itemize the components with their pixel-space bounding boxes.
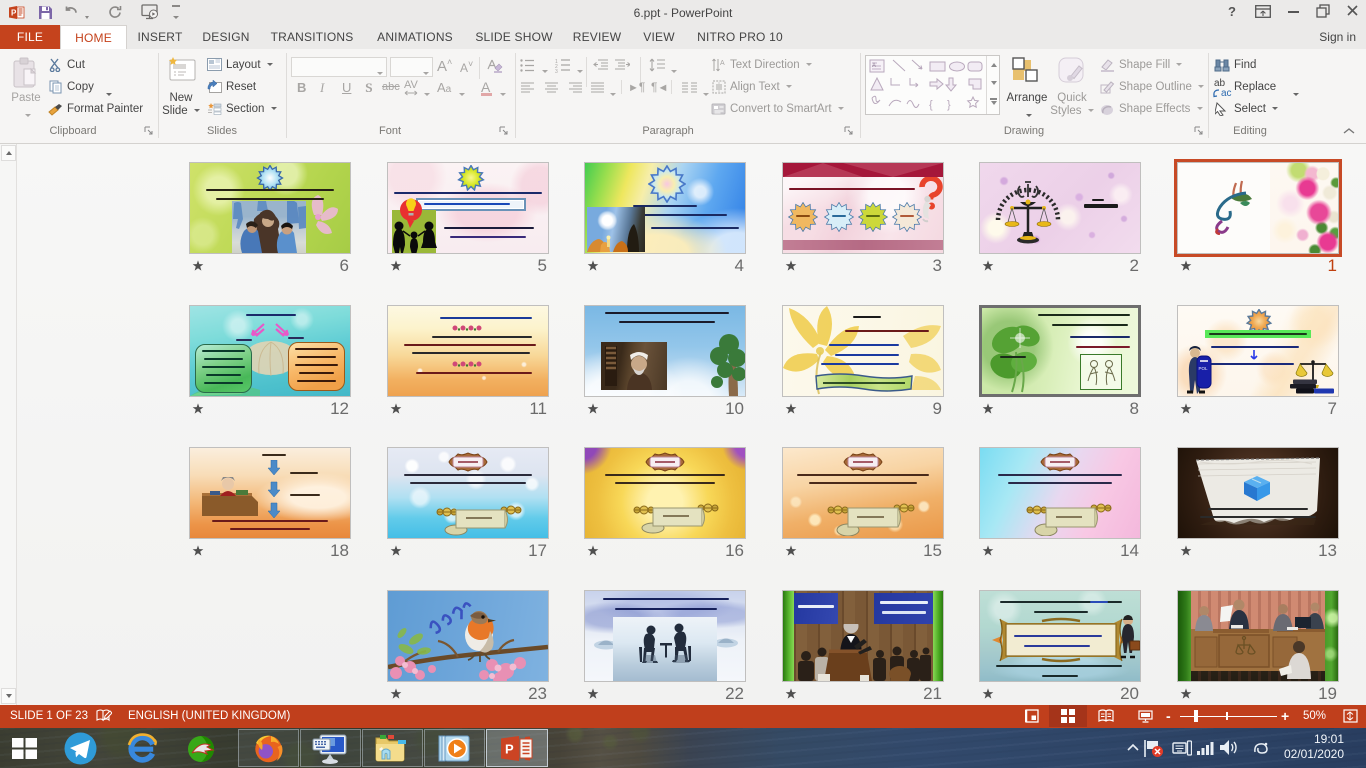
svg-text:A: A: [720, 60, 725, 67]
svg-text:3: 3: [555, 69, 558, 73]
svg-text:{: {: [929, 99, 933, 111]
svg-text:A: A: [872, 63, 876, 69]
svg-text:}: }: [947, 99, 951, 111]
svg-text:P: P: [11, 9, 17, 18]
svg-text:P: P: [505, 741, 514, 756]
svg-text:POL: POL: [1199, 366, 1209, 371]
